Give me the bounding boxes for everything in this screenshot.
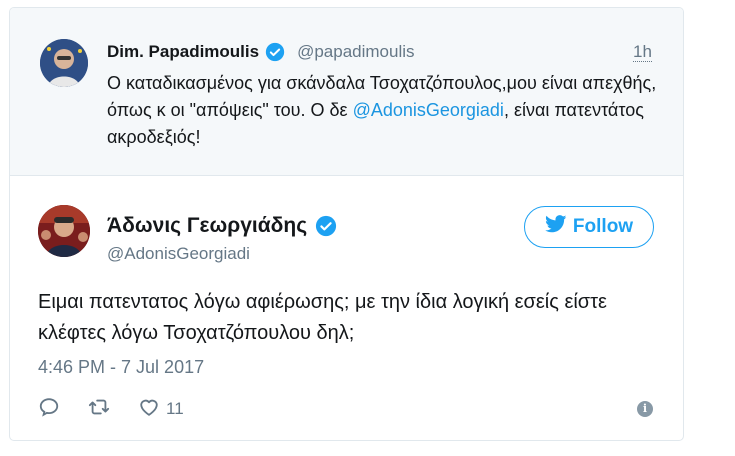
- like-button[interactable]: 11: [138, 396, 184, 423]
- info-icon[interactable]: i: [637, 401, 653, 417]
- author-name[interactable]: Άδωνις Γεωργιάδης: [107, 214, 307, 238]
- author-handle[interactable]: @AdonisGeorgiadi: [107, 244, 250, 264]
- quoted-timestamp[interactable]: 1h: [633, 42, 652, 62]
- follow-button[interactable]: Follow: [524, 206, 654, 248]
- quoted-author-handle[interactable]: @papadimoulis: [297, 42, 414, 62]
- tweet-text: Ειμαι πατεντατος λόγω αφιέρωσης; με την …: [38, 291, 607, 344]
- like-count[interactable]: 11: [166, 399, 184, 419]
- quoted-tweet[interactable]: Dim. Papadimoulis @papadimoulis 1h Ο κατ…: [10, 8, 683, 176]
- verified-badge-icon: [315, 215, 337, 237]
- mention-link[interactable]: @AdonisGeorgiadi: [353, 100, 504, 120]
- quoted-author-name[interactable]: Dim. Papadimoulis: [107, 42, 259, 62]
- tweet-timestamp[interactable]: 4:46 PM - 7 Jul 2017: [38, 357, 204, 378]
- tweet-card: Dim. Papadimoulis @papadimoulis 1h Ο κατ…: [9, 7, 684, 441]
- quoted-tweet-text: Ο καταδικασμένος για σκάνδαλα Τσοχατζόπο…: [107, 70, 667, 151]
- like-icon: [138, 396, 160, 423]
- tweet-actions: 11: [38, 396, 212, 422]
- retweet-icon: [88, 396, 110, 423]
- reply-button[interactable]: [38, 396, 60, 423]
- quoted-author[interactable]: Dim. Papadimoulis @papadimoulis: [107, 42, 415, 62]
- quoted-timestamp-text[interactable]: 1h: [633, 42, 652, 62]
- retweet-button[interactable]: [88, 396, 110, 423]
- author-avatar[interactable]: [38, 205, 90, 257]
- verified-badge-icon: [265, 42, 285, 62]
- quoted-author-avatar[interactable]: [40, 39, 88, 87]
- twitter-bird-icon: [545, 215, 567, 239]
- author[interactable]: Άδωνις Γεωργιάδης: [107, 214, 337, 238]
- reply-icon: [38, 396, 60, 423]
- follow-label[interactable]: Follow: [573, 216, 633, 238]
